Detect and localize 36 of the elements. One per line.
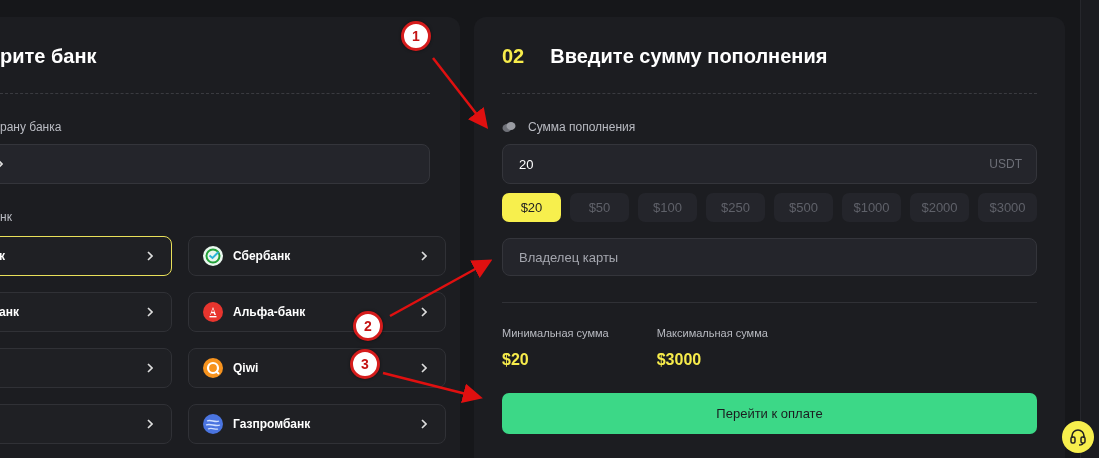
headset-icon: [1068, 427, 1088, 447]
chevron-icon: [421, 363, 427, 373]
bank-option[interactable]: Сбербанк: [188, 236, 446, 276]
amount-chip[interactable]: $20: [502, 193, 561, 222]
step-number: 02: [502, 44, 525, 68]
bank-option[interactable]: к: [0, 236, 172, 276]
chevron-icon: [147, 363, 153, 373]
chevron-icon: [421, 251, 427, 261]
bank-option[interactable]: [0, 348, 172, 388]
globe-logo-icon: [203, 414, 223, 434]
limit-label: Минимальная сумма: [502, 327, 609, 339]
pay-button[interactable]: Перейти к оплате: [502, 393, 1037, 434]
field-label: Сумма пополнения: [528, 120, 636, 134]
field-label: нк: [0, 210, 12, 224]
ring-logo-icon: [203, 358, 223, 378]
bank-option[interactable]: анк: [0, 292, 172, 332]
chevron-icon: [421, 307, 427, 317]
chevron-icon: [147, 251, 153, 261]
section-title: рите банк: [0, 44, 97, 68]
country-select[interactable]: [0, 144, 430, 184]
limit-value: $20: [502, 351, 530, 369]
limit-value: $3000: [656, 351, 703, 369]
bank-option[interactable]: [0, 404, 172, 444]
field-label: рану банка: [0, 120, 62, 134]
chevron-icon: [421, 419, 427, 429]
check-circle-icon: [203, 246, 223, 266]
card-owner-field[interactable]: Владелец карты: [502, 238, 1037, 276]
section-title: Введите сумму пополнения: [550, 44, 828, 68]
bank-option[interactable]: Газпромбанк: [188, 404, 446, 444]
limit-label: Максимальная сумма: [656, 327, 768, 339]
amount-field[interactable]: 20 USDT: [502, 144, 1037, 184]
chevron-icon: [147, 419, 153, 429]
annotation-arrow: [432, 57, 489, 129]
coins-icon: [502, 121, 516, 133]
triangle-logo-icon: [203, 302, 223, 322]
chevron-icon: [147, 307, 153, 317]
